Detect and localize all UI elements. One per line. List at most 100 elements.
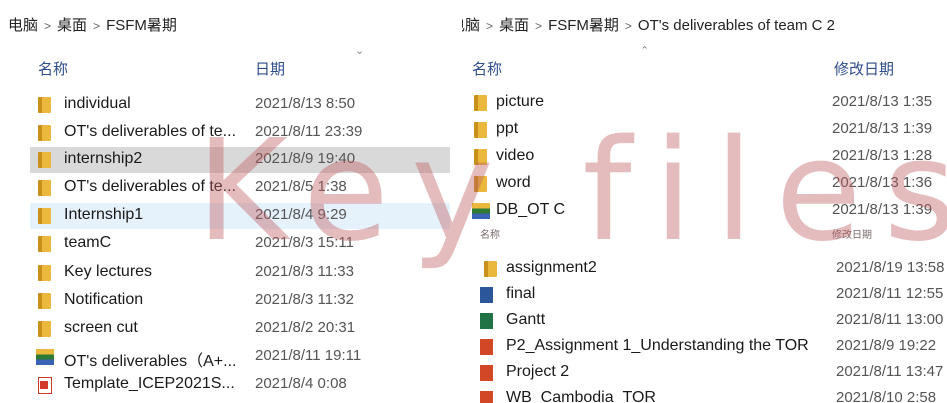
file-date: 2021/8/11 12:55 <box>836 285 944 302</box>
file-date: 2021/8/9 19:22 <box>836 337 937 354</box>
list-item[interactable]: word 2021/8/13 1:36 <box>462 171 947 197</box>
sort-ascending-icon: ⌃ <box>640 45 650 57</box>
breadcrumb-desktop[interactable]: 桌面 <box>57 17 87 34</box>
breadcrumb-fsfm[interactable]: FSFM暑期 <box>106 17 177 34</box>
list-item[interactable]: ppt 2021/8/13 1:39 <box>462 117 947 143</box>
breadcrumb-desktop[interactable]: 桌面 <box>499 17 529 34</box>
list-item[interactable]: P2_Assignment 1_Understanding the TOR 20… <box>470 334 947 360</box>
folder-icon <box>38 125 51 141</box>
list-item[interactable]: Template_ICEP2021S... 2021/8/4 0:08 <box>30 372 462 398</box>
folder-icon <box>484 261 497 277</box>
list-item[interactable]: teamC 2021/8/3 15:11 <box>30 231 462 257</box>
ghost-column-header-date: 修改日期 <box>832 230 872 241</box>
folder-icon <box>38 321 51 337</box>
folder-icon <box>38 293 51 309</box>
file-date: 2021/8/3 11:32 <box>255 291 354 308</box>
file-name: DB_OT C <box>496 201 566 218</box>
file-name: Gantt <box>506 311 546 328</box>
breadcrumb-computer[interactable]: 电脑 <box>8 17 38 34</box>
file-date: 2021/8/4 9:29 <box>255 206 347 223</box>
folder-icon <box>38 265 51 281</box>
file-date: 2021/8/11 13:47 <box>836 363 944 380</box>
file-name: P2_Assignment 1_Understanding the TOR <box>506 337 809 354</box>
chevron-right-icon: > <box>486 19 494 33</box>
file-name: Key lectures <box>64 263 153 280</box>
file-name: internship2 <box>64 150 143 167</box>
list-item[interactable]: Notification 2021/8/3 11:32 <box>30 288 462 314</box>
file-date: 2021/8/11 23:39 <box>255 123 363 140</box>
column-header-name[interactable]: 名称 <box>38 58 68 79</box>
file-name: OT's deliverables of te... <box>64 123 237 140</box>
file-date: 2021/8/4 0:08 <box>255 375 347 392</box>
file-date: 2021/8/3 11:33 <box>255 263 354 280</box>
list-item[interactable]: WB_Cambodia_TOR 2021/8/10 2:58 <box>470 386 947 403</box>
list-item[interactable]: assignment2 2021/8/19 13:58 <box>470 256 947 282</box>
folder-icon <box>38 208 51 224</box>
powerpoint-icon <box>480 391 493 403</box>
excel-icon <box>480 313 493 329</box>
folder-icon <box>38 152 51 168</box>
folder-icon <box>38 236 51 252</box>
list-item[interactable]: OT's deliverables of te... 2021/8/11 23:… <box>30 120 462 146</box>
folder-icon <box>38 97 51 113</box>
list-item[interactable]: Key lectures 2021/8/3 11:33 <box>30 260 462 286</box>
column-header-date-modified[interactable]: 修改日期 <box>834 58 894 79</box>
file-name: WB_Cambodia_TOR <box>506 389 656 403</box>
list-item[interactable]: OT's deliverables（A+... 2021/8/11 19:11 <box>30 344 462 370</box>
file-name: OT's deliverables of te... <box>64 178 237 195</box>
file-name: assignment2 <box>506 259 597 276</box>
list-item[interactable]: OT's deliverables of te... 2021/8/5 1:38 <box>30 175 462 201</box>
list-item[interactable]: picture 2021/8/13 1:35 <box>462 90 947 116</box>
file-date: 2021/8/3 15:11 <box>255 234 354 251</box>
list-item[interactable]: individual 2021/8/13 8:50 <box>30 92 462 118</box>
file-name: final <box>506 285 536 302</box>
folder-icon <box>474 122 487 138</box>
file-date: 2021/8/2 20:31 <box>255 319 356 336</box>
file-date: 2021/8/10 2:58 <box>836 389 937 403</box>
file-name: OT's deliverables（A+... <box>64 353 237 370</box>
list-item-hover[interactable]: Internship1 2021/8/4 9:29 <box>30 203 450 229</box>
breadcrumb: 电脑 > 桌面 > FSFM暑期 > OT's deliverables of team C… <box>462 14 835 35</box>
file-name: picture <box>496 93 545 110</box>
file-date: 2021/8/13 1:39 <box>832 120 933 137</box>
file-date: 2021/8/19 13:58 <box>836 259 945 276</box>
archive-icon <box>472 203 490 219</box>
chevron-right-icon: > <box>624 19 632 33</box>
file-date: 2021/8/11 13:00 <box>836 311 944 328</box>
file-date: 2021/8/13 1:28 <box>832 147 933 164</box>
word-icon <box>480 287 493 303</box>
list-item[interactable]: Gantt 2021/8/11 13:00 <box>470 308 947 334</box>
list-item-selected[interactable]: internship2 2021/8/9 19:40 <box>30 147 450 173</box>
file-name: teamC <box>64 234 112 251</box>
file-name: video <box>496 147 535 164</box>
list-item[interactable]: final 2021/8/11 12:55 <box>470 282 947 308</box>
list-item[interactable]: screen cut 2021/8/2 20:31 <box>30 316 462 342</box>
file-name: word <box>496 174 531 191</box>
list-item[interactable]: DB_OT C 2021/8/13 1:39 <box>462 198 947 224</box>
folder-icon <box>474 149 487 165</box>
list-item[interactable]: video 2021/8/13 1:28 <box>462 144 947 170</box>
pdf-icon <box>38 377 52 394</box>
breadcrumb: 电脑 > 桌面 > FSFM暑期 <box>8 14 177 35</box>
file-name: screen cut <box>64 319 138 336</box>
file-date: 2021/8/11 19:11 <box>255 347 362 364</box>
file-date: 2021/8/5 1:38 <box>255 178 347 195</box>
file-date: 2021/8/13 1:35 <box>832 93 933 110</box>
chevron-right-icon: > <box>93 19 101 33</box>
left-explorer-pane: 电脑 > 桌面 > FSFM暑期 名称 日期 ⌄ individual 2021/8/1… <box>0 0 462 403</box>
breadcrumb-current-folder[interactable]: OT's deliverables of team C 2 <box>638 17 835 34</box>
file-date: 2021/8/13 1:39 <box>832 201 933 218</box>
breadcrumb-computer[interactable]: 电脑 <box>462 17 480 34</box>
file-date: 2021/8/9 19:40 <box>255 150 356 167</box>
file-date: 2021/8/13 8:50 <box>255 95 356 112</box>
list-item[interactable]: Project 2 2021/8/11 13:47 <box>470 360 947 386</box>
column-header-name[interactable]: 名称 <box>472 58 502 79</box>
column-header-row: 名称 日期 ⌄ <box>0 45 462 79</box>
folder-icon <box>474 176 487 192</box>
column-header-row: 名称 ⌃ 修改日期 <box>462 45 947 79</box>
column-header-date[interactable]: 日期 <box>255 58 285 79</box>
breadcrumb-fsfm[interactable]: FSFM暑期 <box>548 17 619 34</box>
ghost-column-header-name: 名称 <box>480 230 500 241</box>
right-explorer-pane: 电脑 > 桌面 > FSFM暑期 > OT's deliverables of team C… <box>462 0 947 403</box>
powerpoint-icon <box>480 339 493 355</box>
